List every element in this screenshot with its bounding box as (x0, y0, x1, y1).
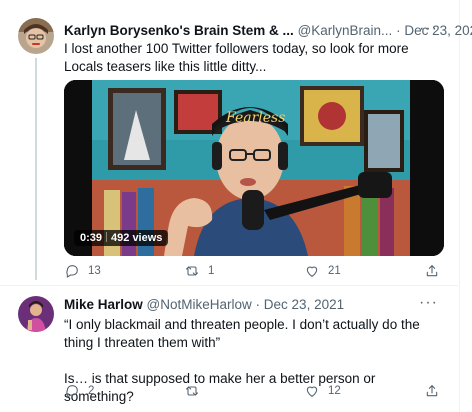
reply-icon (66, 385, 78, 398)
tweet-actions: 13 1 21 (64, 262, 444, 280)
heart-icon (306, 386, 318, 397)
like-count: 12 (328, 385, 341, 397)
more-options-button[interactable]: ··· (419, 20, 438, 38)
avatar[interactable] (18, 296, 54, 332)
tweet-actions: 2 12 (64, 382, 444, 400)
video-stats-badge: 0:39 492 views (74, 230, 169, 246)
share-icon (426, 385, 438, 397)
avatar[interactable] (18, 18, 54, 54)
like-count: 21 (328, 265, 341, 277)
retweet-button[interactable] (184, 382, 274, 400)
hat-text: Fearless (225, 110, 285, 126)
reply-button[interactable]: 13 (64, 262, 154, 280)
more-options-button[interactable]: ··· (419, 294, 438, 312)
heart-icon (306, 266, 318, 277)
reply-count: 13 (88, 265, 101, 277)
reply-count: 2 (88, 385, 95, 397)
author-name[interactable]: Karlyn Borysenko's Brain Stem & ... (64, 23, 294, 38)
video-views: 492 views (111, 232, 163, 244)
share-button[interactable] (424, 262, 444, 280)
tweet-text: I lost another 100 Twitter followers tod… (64, 41, 409, 74)
tweet-mike[interactable]: Mike Harlow @NotMikeHarlow · Dec 23, 202… (0, 286, 458, 408)
tweet-header: Mike Harlow @NotMikeHarlow · Dec 23, 202… (64, 296, 344, 314)
video-duration: 0:39 (80, 232, 103, 244)
tweet-date[interactable]: · Dec 23, 2021 (256, 297, 345, 312)
author-handle[interactable]: @KarlynBrain... (298, 23, 393, 38)
retweet-icon (186, 386, 198, 396)
like-button[interactable]: 21 (304, 262, 394, 280)
reply-button[interactable]: 2 (64, 382, 154, 400)
author-name[interactable]: Mike Harlow (64, 297, 143, 312)
reply-icon (66, 265, 78, 278)
retweet-button[interactable]: 1 (184, 262, 274, 280)
tweet-header: Karlyn Borysenko's Brain Stem & ... @Kar… (64, 22, 472, 40)
retweet-count: 1 (208, 265, 215, 277)
author-handle[interactable]: @NotMikeHarlow (147, 297, 252, 312)
share-button[interactable] (424, 382, 444, 400)
thread-line (35, 58, 37, 280)
tweet-text-quote: “I only blackmail and threaten people. I… (64, 317, 420, 350)
video-player[interactable]: Fearless 0:39 492 views (64, 80, 444, 256)
timeline-border (459, 0, 460, 412)
share-icon (426, 265, 438, 277)
like-button[interactable]: 12 (304, 382, 394, 400)
tweet-karlyn[interactable]: Karlyn Borysenko's Brain Stem & ... @Kar… (0, 0, 472, 286)
retweet-icon (186, 266, 198, 276)
